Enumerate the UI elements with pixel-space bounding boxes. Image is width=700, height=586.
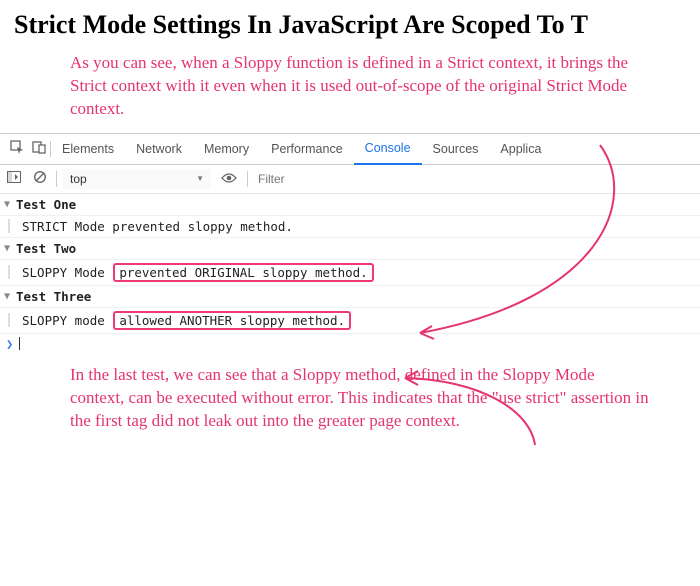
devtools-panel: Elements Network Memory Performance Cons… xyxy=(0,133,700,354)
indent-bar xyxy=(8,219,10,233)
tab-sources[interactable]: Sources xyxy=(422,134,490,164)
device-toggle-icon[interactable] xyxy=(28,140,50,157)
console-output: ▼ Test One STRICT Mode prevented sloppy … xyxy=(0,194,700,354)
console-log-line: SLOPPY mode allowed ANOTHER sloppy metho… xyxy=(0,308,700,334)
text-cursor xyxy=(19,337,20,350)
tab-memory[interactable]: Memory xyxy=(193,134,260,164)
annotation-top: As you can see, when a Sloppy function i… xyxy=(0,44,700,125)
log-text: STRICT Mode prevented sloppy method. xyxy=(22,219,293,234)
chevron-right-icon: ❯ xyxy=(6,337,13,351)
group-label: Test Three xyxy=(16,289,91,304)
devtools-tabbar: Elements Network Memory Performance Cons… xyxy=(0,134,700,165)
tab-performance[interactable]: Performance xyxy=(260,134,354,164)
caret-down-icon: ▼ xyxy=(4,199,14,210)
page-title: Strict Mode Settings In JavaScript Are S… xyxy=(0,0,700,44)
divider xyxy=(56,171,57,187)
sidebar-toggle-icon[interactable] xyxy=(4,171,24,186)
group-label: Test One xyxy=(16,197,76,212)
tab-console[interactable]: Console xyxy=(354,133,422,165)
log-text: SLOPPY Mode xyxy=(22,265,105,280)
console-group-header[interactable]: ▼ Test One xyxy=(0,194,700,216)
tab-network[interactable]: Network xyxy=(125,134,193,164)
tab-application[interactable]: Applica xyxy=(489,134,552,164)
indent-bar xyxy=(8,313,10,327)
tab-elements[interactable]: Elements xyxy=(51,134,125,164)
divider xyxy=(247,171,248,187)
annotation-bottom: In the last test, we can see that a Slop… xyxy=(0,354,700,437)
console-group-header[interactable]: ▼ Test Three xyxy=(0,286,700,308)
filter-input[interactable] xyxy=(254,170,700,188)
inspect-icon[interactable] xyxy=(6,140,28,157)
console-log-line: SLOPPY Mode prevented ORIGINAL sloppy me… xyxy=(0,260,700,286)
highlighted-text: allowed ANOTHER sloppy method. xyxy=(113,311,351,330)
live-expression-icon[interactable] xyxy=(217,171,241,187)
highlighted-text: prevented ORIGINAL sloppy method. xyxy=(113,263,373,282)
context-select[interactable]: top xyxy=(63,169,211,189)
caret-down-icon: ▼ xyxy=(4,291,14,302)
clear-console-icon[interactable] xyxy=(30,170,50,187)
console-group-header[interactable]: ▼ Test Two xyxy=(0,238,700,260)
console-log-line: STRICT Mode prevented sloppy method. xyxy=(0,216,700,238)
indent-bar xyxy=(8,265,10,279)
log-text: SLOPPY mode xyxy=(22,313,105,328)
group-label: Test Two xyxy=(16,241,76,256)
console-prompt[interactable]: ❯ xyxy=(0,334,700,354)
caret-down-icon: ▼ xyxy=(4,243,14,254)
console-toolbar: top xyxy=(0,165,700,194)
